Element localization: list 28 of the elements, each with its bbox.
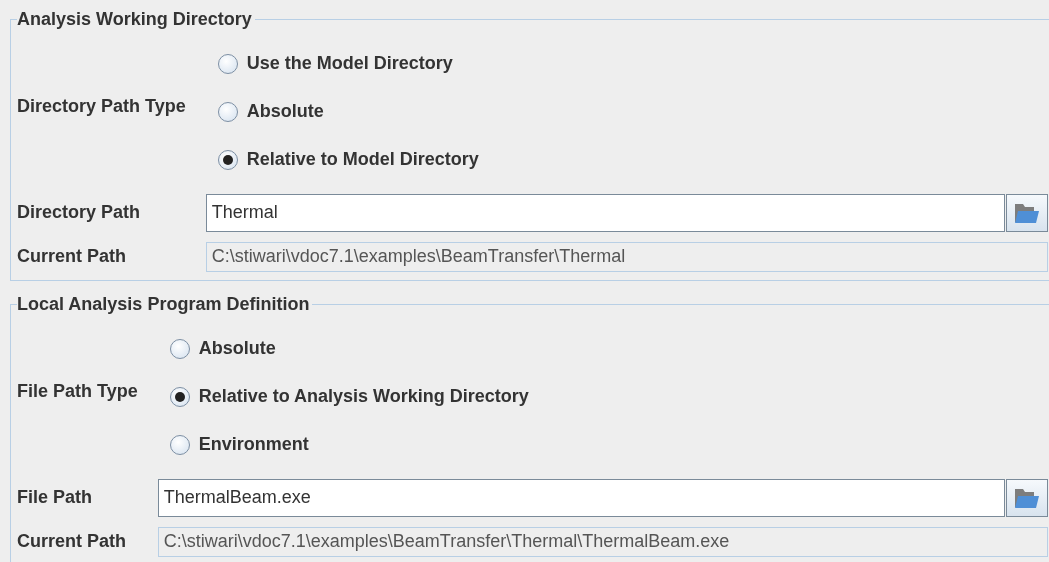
radio-button[interactable] xyxy=(169,386,190,407)
radio-label[interactable]: Relative to Analysis Working Directory xyxy=(169,372,529,421)
browse-button[interactable] xyxy=(1006,478,1048,517)
field-label: Current Path xyxy=(17,245,127,269)
radio-label[interactable]: Relative to Model Directory xyxy=(217,135,479,184)
radio-button[interactable] xyxy=(217,53,238,74)
field-label: Current Path xyxy=(17,530,127,554)
field-label: Directory Path xyxy=(17,201,142,225)
radio-label[interactable]: Absolute xyxy=(169,324,276,373)
radio-label[interactable]: Use the Model Directory xyxy=(217,39,453,88)
radio-button[interactable] xyxy=(169,338,190,359)
radio-button[interactable] xyxy=(217,101,238,122)
section-title: Analysis Working Directory xyxy=(17,10,253,30)
radio-button[interactable] xyxy=(217,149,238,170)
field-label: Directory Path Type xyxy=(17,95,186,119)
field-label: File Path Type xyxy=(17,380,138,404)
path-field[interactable]: ThermalBeam.exe xyxy=(157,478,1005,517)
path-field[interactable]: Thermal xyxy=(205,193,1005,232)
folder-icon xyxy=(1014,201,1040,224)
radio-button[interactable] xyxy=(169,434,190,455)
browse-button[interactable] xyxy=(1006,193,1048,232)
radio-label[interactable]: Absolute xyxy=(217,87,324,136)
current-path-field: C:\stiwari\vdoc7.1\examples\BeamTransfer\Thermal\ThermalBeam.exe xyxy=(157,526,1048,557)
field-label: File Path xyxy=(17,486,93,510)
current-path-field: C:\stiwari\vdoc7.1\examples\BeamTransfer\Thermal xyxy=(205,241,1048,272)
folder-icon xyxy=(1014,486,1040,509)
radio-label[interactable]: Environment xyxy=(169,420,309,469)
section-title: Local Analysis Program Definition xyxy=(17,294,311,315)
